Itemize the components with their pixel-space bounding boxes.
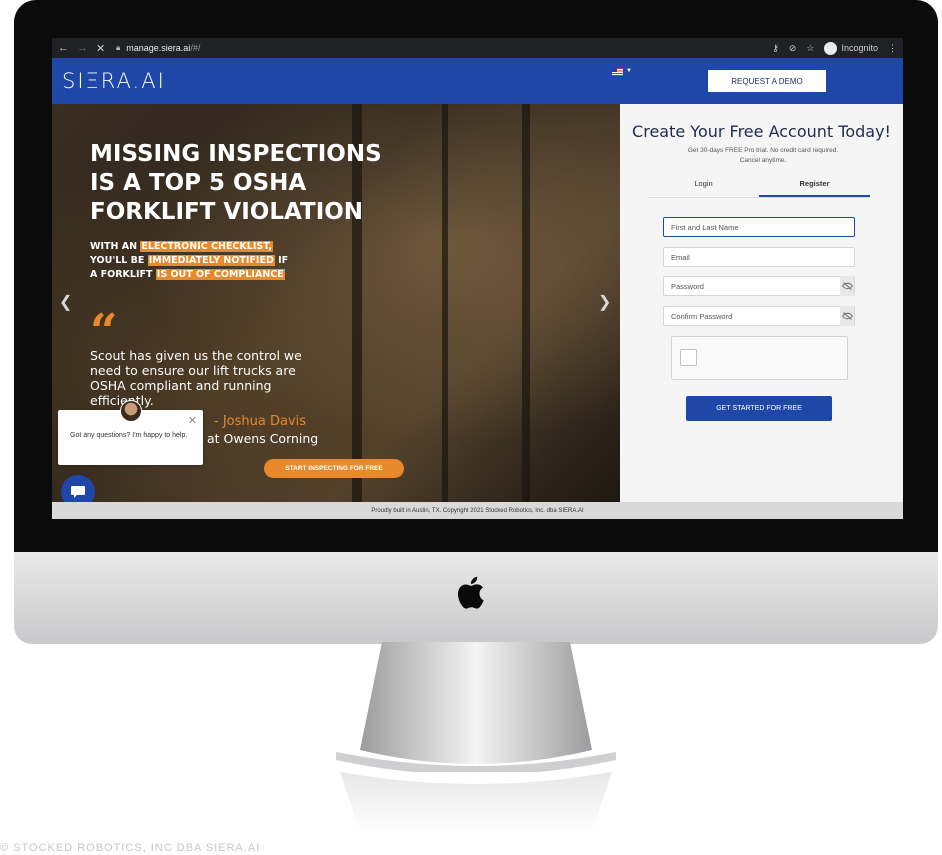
close-icon[interactable]: ✕	[96, 42, 105, 55]
menu-icon[interactable]: ⋮	[888, 43, 897, 54]
apple-logo-icon	[457, 576, 484, 609]
chevron-right-icon[interactable]: ❯	[598, 292, 611, 312]
captcha-checkbox[interactable]	[680, 349, 697, 366]
site-header: SIΞRA.AI ▼ REQUEST A DEMO	[52, 58, 903, 104]
subtitle-line: Cancel anytime.	[739, 157, 787, 164]
browser-actions: ⚷ ⊘ ☆ Incognito ⋮	[772, 41, 897, 55]
eye-off-icon[interactable]	[840, 306, 854, 326]
avatar	[120, 400, 142, 422]
chevron-left-icon[interactable]: ❮	[59, 292, 72, 312]
tab-login[interactable]: Login	[648, 174, 759, 197]
star-icon[interactable]: ☆	[806, 43, 814, 54]
url-host: manage.siera.ai	[126, 43, 191, 53]
sub-text: WITH AN	[90, 241, 141, 252]
confirm-password-field[interactable]: Confirm Password	[663, 306, 855, 326]
start-inspecting-button[interactable]: START INSPECTING FOR FREE	[264, 459, 404, 478]
password-field[interactable]: Password	[663, 276, 855, 296]
form-title: Create Your Free Account Today!	[632, 122, 891, 141]
form-subtitle: Get 30-days FREE Pro trial. No credit ca…	[648, 146, 878, 166]
us-flag-icon[interactable]	[612, 68, 623, 76]
sub-highlight: IS OUT OF COMPLIANCE	[155, 269, 285, 280]
imac-stand	[336, 642, 616, 772]
sub-text: YOU'LL BE	[90, 255, 148, 266]
stand-reflection	[340, 772, 612, 832]
site-logo[interactable]: SIΞRA.AI	[62, 69, 166, 93]
captcha-widget	[671, 336, 848, 380]
chat-icon	[71, 486, 85, 498]
sub-text: A FORKLIFT	[90, 269, 156, 280]
screen: ← → ✕ 🔒︎ manage.siera.ai/#/ ⚷ ⊘ ☆ Incogn…	[52, 38, 903, 519]
back-icon[interactable]: ←	[58, 42, 69, 54]
eye-off-icon[interactable]: ⊘	[789, 43, 797, 54]
forward-icon[interactable]: →	[77, 42, 88, 54]
testimonial-quote: Scout has given us the control we need t…	[90, 348, 302, 408]
subtitle-line: Get 30-days FREE Pro trial. No credit ca…	[687, 147, 839, 154]
auth-tabs: Login Register	[648, 174, 870, 198]
rack-shape	[442, 104, 448, 502]
incognito-badge[interactable]: Incognito	[824, 41, 878, 55]
headline-line: IS A TOP 5 OSHA	[90, 170, 307, 196]
hero-headline: MISSING INSPECTIONS IS A TOP 5 OSHA FORK…	[90, 140, 382, 227]
sub-text: IF	[274, 255, 289, 266]
testimonial-company: at Owens Corning	[207, 431, 319, 446]
get-started-button[interactable]: GET STARTED FOR FREE	[686, 396, 832, 421]
eye-off-icon[interactable]	[840, 276, 854, 296]
site-footer: Proudly built in Austin, TX. Copyright 2…	[52, 502, 903, 519]
name-field[interactable]: First and Last Name	[663, 217, 855, 237]
request-demo-button[interactable]: REQUEST A DEMO	[708, 70, 826, 92]
quote-icon: “	[90, 304, 118, 360]
tab-register[interactable]: Register	[759, 174, 870, 197]
chat-message: Got any questions? I'm happy to help.	[70, 432, 188, 439]
hero-subheadline: WITH AN ELECTRONIC CHECKLIST, YOU'LL BE …	[90, 240, 288, 282]
image-caption: © STOCKED ROBOTICS, INC DBA SIERA.AI	[0, 842, 261, 854]
key-icon[interactable]: ⚷	[772, 43, 779, 54]
sub-highlight: ELECTRONIC CHECKLIST,	[140, 241, 273, 252]
lock-icon: 🔒︎	[116, 43, 121, 52]
close-icon[interactable]: ✕	[188, 414, 197, 427]
headline-line: MISSING INSPECTIONS	[90, 141, 382, 167]
incognito-icon	[824, 41, 838, 55]
incognito-label: Incognito	[841, 43, 878, 53]
rack-shape	[522, 104, 530, 502]
url-path: /#/	[190, 43, 201, 53]
caret-down-icon[interactable]: ▼	[626, 68, 632, 74]
signup-panel: Create Your Free Account Today! Get 30-d…	[620, 104, 903, 502]
address-bar[interactable]: 🔒︎ manage.siera.ai/#/	[116, 43, 772, 53]
browser-toolbar: ← → ✕ 🔒︎ manage.siera.ai/#/ ⚷ ⊘ ☆ Incogn…	[52, 38, 903, 58]
testimonial-author: - Joshua Davis	[214, 414, 307, 429]
sub-highlight: IMMEDIATELY NOTIFIED	[147, 255, 275, 266]
stage: ← → ✕ 🔒︎ manage.siera.ai/#/ ⚷ ⊘ ☆ Incogn…	[0, 0, 942, 855]
headline-line: FORKLIFT VIOLATION	[90, 199, 364, 225]
email-field[interactable]: Email	[663, 247, 855, 267]
browser-nav: ← → ✕	[58, 42, 116, 55]
